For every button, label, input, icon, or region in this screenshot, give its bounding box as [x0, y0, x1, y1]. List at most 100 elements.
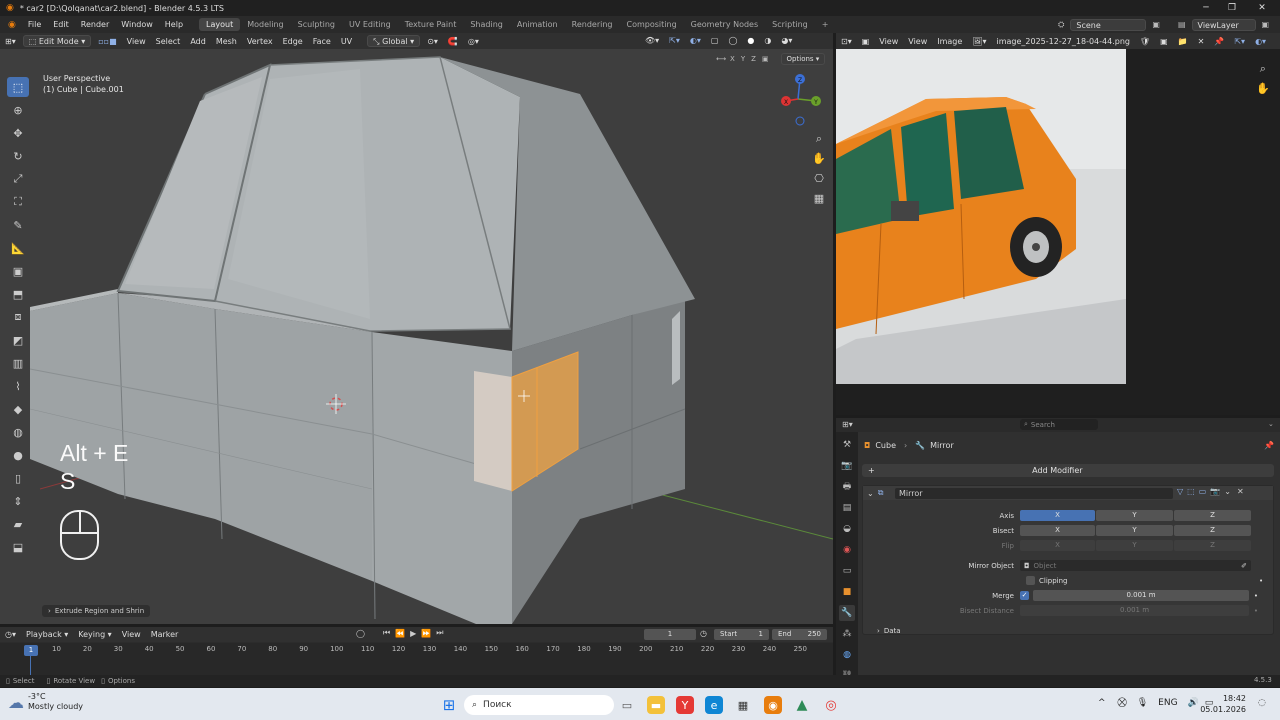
step-forward-icon[interactable]: ⏩	[421, 629, 431, 638]
modifier-name-field[interactable]: Mirror	[895, 488, 1173, 499]
transform-orientation-dropdown[interactable]: ⤡ Global ▾	[367, 35, 421, 47]
smooth-tool-icon[interactable]: ●	[7, 445, 29, 465]
bisect-distance-field[interactable]: 0.001 m	[1020, 605, 1249, 616]
weather-widget[interactable]: ☁ -3°C Mostly cloudy	[8, 692, 83, 712]
playhead-frame[interactable]: 1	[24, 645, 38, 656]
cursor-tool-icon[interactable]: ⊕	[7, 100, 29, 120]
jump-start-icon[interactable]: ⏮	[383, 628, 390, 638]
modifier-tab-icon[interactable]: 🔧	[839, 605, 855, 621]
image-gizmo-icon[interactable]: ⇱▾	[1229, 36, 1250, 47]
viewport-menu-uv[interactable]: UV	[336, 36, 357, 47]
last-operator-panel[interactable]: Extrude Region and Shrin	[55, 607, 144, 615]
navigation-gizmo[interactable]: Y Z X	[776, 71, 826, 131]
edit-mode-display-icon[interactable]: ⬚	[1187, 487, 1195, 496]
windows-start-icon[interactable]: ⊞	[440, 696, 458, 714]
timeline-menu-playback[interactable]: Playback ▾	[21, 629, 73, 640]
merge-distance-field[interactable]: 0.001 m	[1033, 590, 1249, 601]
workspace-tab-geometry-nodes[interactable]: Geometry Nodes	[684, 18, 765, 31]
record-keyframe-icon[interactable]: ◯	[356, 629, 365, 638]
viewport-menu-select[interactable]: Select	[151, 36, 186, 47]
blender-taskbar-icon[interactable]: ◉	[764, 696, 782, 714]
data-panel-chevron-icon[interactable]: ›	[877, 627, 880, 635]
open-image-icon[interactable]: 📁	[1173, 36, 1193, 47]
output-tab-icon[interactable]: 🖶	[839, 479, 855, 495]
timeline-menu-keying[interactable]: Keying ▾	[73, 629, 116, 640]
workspace-tab-rendering[interactable]: Rendering	[565, 18, 620, 31]
clipping-checkbox[interactable]	[1026, 576, 1035, 585]
app-a-icon[interactable]: ▲	[793, 696, 811, 714]
workspace-tab-compositing[interactable]: Compositing	[620, 18, 684, 31]
shading-wireframe-icon[interactable]: ◯	[723, 35, 742, 46]
microphone-icon[interactable]: 🎙	[1137, 698, 1148, 708]
annotate-tool-icon[interactable]: ✎	[7, 215, 29, 235]
clock-time[interactable]: 18:42	[1198, 693, 1246, 704]
render-display-icon[interactable]: 📷	[1210, 487, 1220, 496]
render-tab-icon[interactable]: 📷	[839, 458, 855, 474]
edge-browser-icon[interactable]: e	[705, 696, 723, 714]
gizmo-toggle-icon[interactable]: ⇱▾	[664, 35, 685, 46]
pivot-point-icon[interactable]: ⊙▾	[422, 36, 443, 47]
bevel-tool-icon[interactable]: ◩	[7, 330, 29, 350]
scene-selector[interactable]: Scene	[1070, 18, 1147, 31]
image-view-mode-icon[interactable]: ▣	[857, 36, 875, 47]
frame-ruler[interactable]: 10 20 30 40 50 60 70 80 90 100 110 120 130 140 150 160 1…	[0, 643, 833, 675]
axis-y-toggle[interactable]: Y	[1096, 510, 1173, 521]
object-tab-icon[interactable]: ■	[839, 584, 855, 600]
remove-modifier-icon[interactable]: ✕	[1237, 487, 1244, 496]
workspace-tab-texture-paint[interactable]: Texture Paint	[398, 18, 464, 31]
file-explorer-icon[interactable]: ▬	[647, 696, 665, 714]
menu-window[interactable]: Window	[115, 20, 159, 29]
mirror-axis-y[interactable]: Y	[741, 55, 745, 63]
menu-render[interactable]: Render	[75, 20, 115, 29]
new-viewlayer-icon[interactable]: ▣	[1262, 20, 1270, 29]
chevron-right-icon[interactable]: ›	[48, 607, 51, 615]
blender-menu-icon[interactable]: ◉	[0, 20, 22, 30]
bisect-z-toggle[interactable]: Z	[1174, 525, 1251, 536]
loop-cut-tool-icon[interactable]: ▥	[7, 353, 29, 373]
image-name-field[interactable]: image_2025-12-27_18-04-44.png	[991, 36, 1135, 47]
workspace-tab-shading[interactable]: Shading	[463, 18, 510, 31]
tray-overflow-icon[interactable]: ^	[1098, 698, 1106, 708]
clipping-decorator-icon[interactable]: •	[1259, 577, 1273, 585]
image-editor-type-icon[interactable]: ⊡▾	[836, 36, 857, 47]
edit-cage-icon[interactable]: ▽	[1177, 487, 1183, 496]
shrink-fatten-tool-icon[interactable]: ⇕	[7, 491, 29, 511]
viewport-menu-face[interactable]: Face	[308, 36, 336, 47]
rip-tool-icon[interactable]: ⬓	[7, 537, 29, 557]
image-menu-image[interactable]: Image	[932, 36, 967, 47]
add-modifier-button[interactable]: Add Modifier	[881, 466, 1234, 475]
bisect-y-toggle[interactable]: Y	[1096, 525, 1173, 536]
image-zoom-icon[interactable]: ⌕	[1256, 59, 1270, 79]
mode-selector[interactable]: ⬚ Edit Mode ▾	[22, 35, 92, 47]
view-layer-tab-icon[interactable]: ▤	[839, 500, 855, 516]
clock-date[interactable]: 05.01.2026	[1198, 704, 1246, 715]
mesh-options-icon[interactable]: ▣	[762, 55, 769, 63]
timeline-menu-view[interactable]: View	[117, 629, 146, 640]
workspace-tab-layout[interactable]: Layout	[199, 18, 241, 31]
workspace-tab-animation[interactable]: Animation	[510, 18, 565, 31]
knife-tool-icon[interactable]: ⌇	[7, 376, 29, 396]
viewport-display-icon[interactable]: ▭	[1199, 487, 1207, 496]
preview-range-icon[interactable]: ◷	[700, 629, 707, 638]
image-overlay-icon[interactable]: ◐▾	[1250, 36, 1271, 47]
mirror-axis-x[interactable]: X	[730, 55, 735, 63]
poly-build-tool-icon[interactable]: ◆	[7, 399, 29, 419]
proportional-edit-icon[interactable]: ◎▾	[463, 36, 484, 47]
add-workspace-button[interactable]: +	[815, 18, 836, 31]
taskbar-search[interactable]: ⌕ Поиск	[464, 695, 614, 715]
notification-icon[interactable]: ◌	[1258, 698, 1266, 708]
language-indicator[interactable]: ENG	[1158, 698, 1177, 708]
flip-y-toggle[interactable]: Y	[1096, 540, 1173, 551]
tool-tab-icon[interactable]: ⚒	[839, 437, 855, 453]
spin-tool-icon[interactable]: ◍	[7, 422, 29, 442]
maximize-button[interactable]: ❐	[1218, 0, 1246, 16]
shear-tool-icon[interactable]: ▰	[7, 514, 29, 534]
shading-material-icon[interactable]: ◑	[759, 35, 776, 46]
image-editor-canvas[interactable]: ⌕ ✋	[836, 49, 1280, 415]
yandex-browser-icon[interactable]: Y	[676, 696, 694, 714]
taskbar-search-input[interactable]: Поиск	[483, 700, 512, 710]
viewport-menu-mesh[interactable]: Mesh	[211, 36, 242, 47]
jump-end-icon[interactable]: ⏭	[436, 628, 443, 638]
zoom-icon[interactable]: ⌕	[810, 129, 828, 149]
pan-hand-icon[interactable]: ✋	[810, 149, 828, 169]
